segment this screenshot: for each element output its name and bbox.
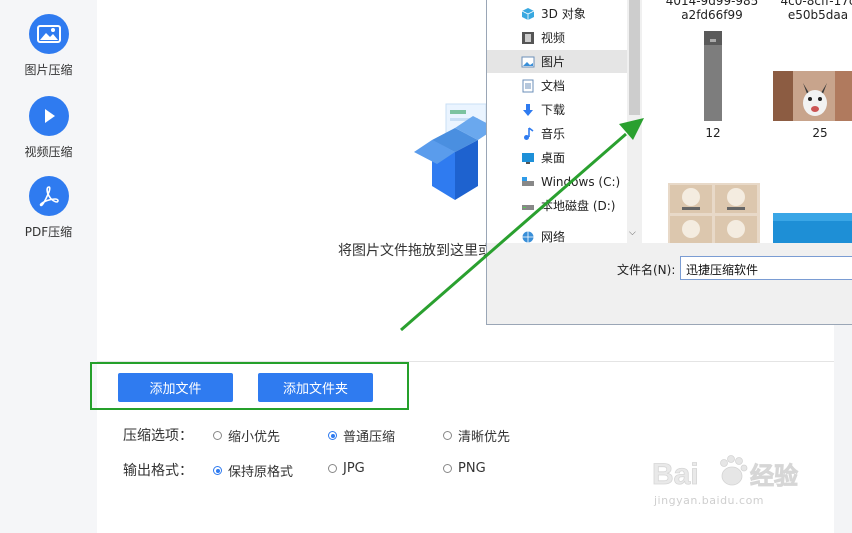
baidu-logo-text: Bai xyxy=(652,458,699,491)
baidu-watermark: Bai 经验 jingyan.baidu.com xyxy=(650,452,810,512)
watermark-url: jingyan.baidu.com xyxy=(654,494,765,507)
baidu-logo-cn: 经验 xyxy=(750,462,798,490)
baidu-paw-logo: Bai 经验 xyxy=(652,455,798,491)
